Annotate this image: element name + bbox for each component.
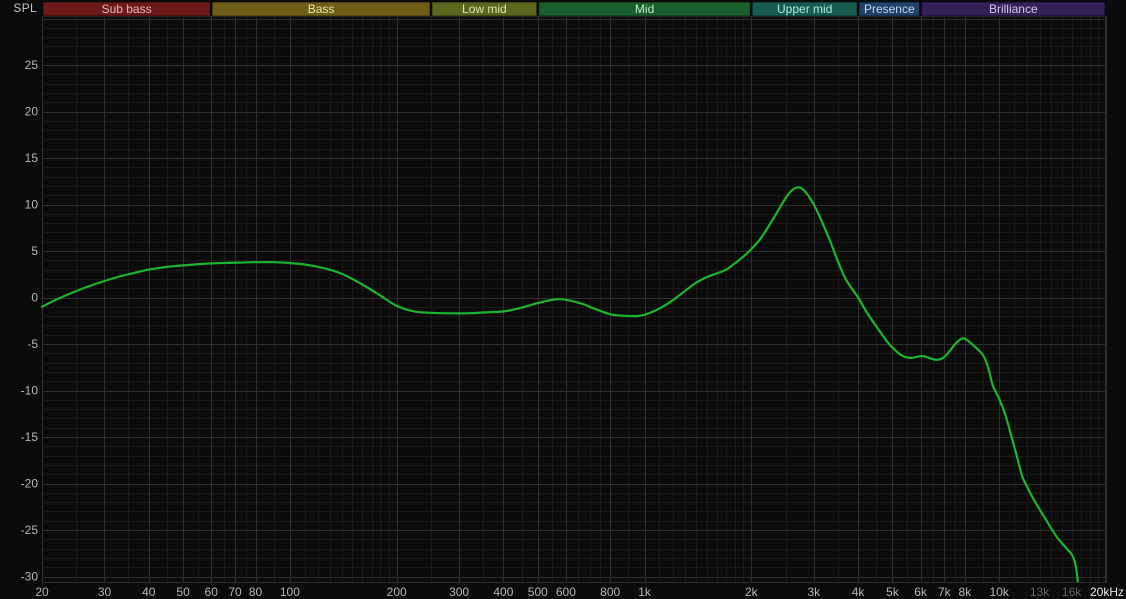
y-tick-label: 15 xyxy=(25,151,39,165)
x-axis-labels: 20 30 40 50 60 70 80 100 200 300 400 500 600 800 1k 2k 3… xyxy=(35,585,1124,599)
frequency-band-bar: Sub bass Bass Low mid Mid Upper mid Presence B… xyxy=(43,2,1105,16)
x-tick-label: 2k xyxy=(745,585,759,599)
x-tick-label: 3k xyxy=(807,585,821,599)
y-tick-label: -30 xyxy=(21,570,39,584)
x-tick-label: 300 xyxy=(449,585,469,599)
band-label: Brilliance xyxy=(989,2,1038,16)
plot-border xyxy=(43,17,1106,583)
band-label: Low mid xyxy=(462,2,507,16)
x-tick-label: 30 xyxy=(98,585,112,599)
y-tick-label: -10 xyxy=(21,384,39,398)
x-tick-label: 500 xyxy=(528,585,548,599)
band-label: Presence xyxy=(864,2,915,16)
y-tick-label: -15 xyxy=(21,430,39,444)
y-axis-labels: 25 20 15 10 5 0 -5 -10 -15 -20 -25 -30 xyxy=(21,58,39,584)
x-tick-label: 20kHz xyxy=(1090,585,1124,599)
x-tick-label: 6k xyxy=(914,585,928,599)
band-label: Mid xyxy=(635,2,654,16)
x-tick-label: 80 xyxy=(249,585,263,599)
x-tick-label: 50 xyxy=(176,585,190,599)
x-tick-label: 400 xyxy=(493,585,513,599)
y-tick-label: 5 xyxy=(31,244,38,258)
y-tick-label: 25 xyxy=(25,58,39,72)
x-tick-label: 60 xyxy=(205,585,219,599)
x-tick-label: 5k xyxy=(886,585,900,599)
band-label: Upper mid xyxy=(777,2,832,16)
frequency-response-curve xyxy=(42,187,1078,581)
y-tick-label: 10 xyxy=(25,198,39,212)
band-label: Sub bass xyxy=(102,2,152,16)
x-tick-label: 20 xyxy=(35,585,49,599)
x-tick-label: 200 xyxy=(387,585,407,599)
x-tick-label: 13k xyxy=(1030,585,1050,599)
frequency-response-chart: Sub bass Bass Low mid Mid Upper mid Presence B… xyxy=(0,0,1126,599)
x-tick-label: 4k xyxy=(852,585,866,599)
grid-minor-lines xyxy=(42,16,1106,583)
x-tick-label: 100 xyxy=(280,585,300,599)
y-tick-label: -5 xyxy=(27,337,38,351)
spl-analyzer-window: SPL Sub bassBassLow midMidUpper midPrese… xyxy=(0,0,1126,599)
x-tick-label: 10k xyxy=(990,585,1010,599)
x-tick-label: 7k xyxy=(938,585,952,599)
y-tick-label: -20 xyxy=(21,477,39,491)
band-label: Bass xyxy=(308,2,335,16)
x-tick-label: 1k xyxy=(638,585,652,599)
x-tick-label: 16k xyxy=(1062,585,1082,599)
x-tick-label: 600 xyxy=(556,585,576,599)
x-tick-label: 40 xyxy=(142,585,156,599)
x-tick-label: 800 xyxy=(600,585,620,599)
y-tick-label: 20 xyxy=(25,105,39,119)
x-tick-label: 8k xyxy=(959,585,973,599)
y-tick-label: -25 xyxy=(21,523,39,537)
y-tick-label: 0 xyxy=(31,291,38,305)
x-tick-label: 70 xyxy=(228,585,242,599)
grid-major-lines xyxy=(42,16,1107,583)
